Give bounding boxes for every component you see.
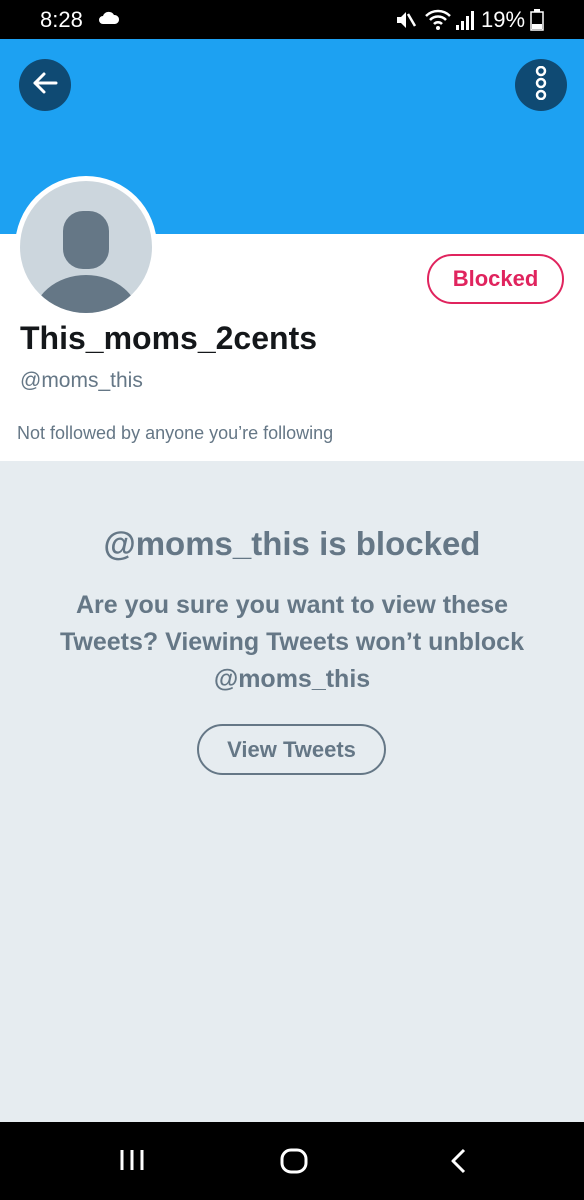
home-button[interactable] <box>280 1148 308 1179</box>
display-name: This_moms_2cents <box>20 320 318 356</box>
cloud-icon <box>98 10 120 31</box>
more-options-button[interactable] <box>515 59 567 111</box>
view-tweets-button[interactable]: View Tweets <box>197 724 386 775</box>
battery-icon <box>530 9 544 36</box>
user-handle: @moms_this <box>20 369 143 392</box>
home-icon <box>280 1148 308 1174</box>
avatar[interactable] <box>15 176 157 318</box>
arrow-left-icon <box>31 69 59 102</box>
blocked-notice-title: @moms_this is blocked <box>103 525 481 562</box>
vertical-dots-icon <box>534 65 548 105</box>
mute-icon <box>393 9 417 36</box>
blocked-button[interactable]: Blocked <box>427 254 564 304</box>
followed-by-note: Not followed by anyone you’re following <box>17 423 334 443</box>
wifi-icon <box>424 9 452 36</box>
default-avatar-icon <box>32 211 140 313</box>
signal-icon <box>455 9 475 36</box>
battery-percentage: 19% <box>481 7 526 32</box>
system-nav-bar <box>0 1122 584 1200</box>
system-back-button[interactable] <box>449 1148 469 1179</box>
blocked-notice-description: Are you sure you want to view these Twee… <box>60 591 524 693</box>
status-time: 8:28 <box>40 7 83 32</box>
chevron-left-icon <box>451 1148 466 1174</box>
back-button[interactable] <box>19 59 71 111</box>
profile-screen: 8:28 19% Blocked This_moms_2cents @moms_… <box>0 0 584 1200</box>
status-bar: 8:28 19% <box>0 0 584 39</box>
recent-apps-icon <box>120 1150 144 1170</box>
recent-apps-button[interactable] <box>119 1148 145 1177</box>
